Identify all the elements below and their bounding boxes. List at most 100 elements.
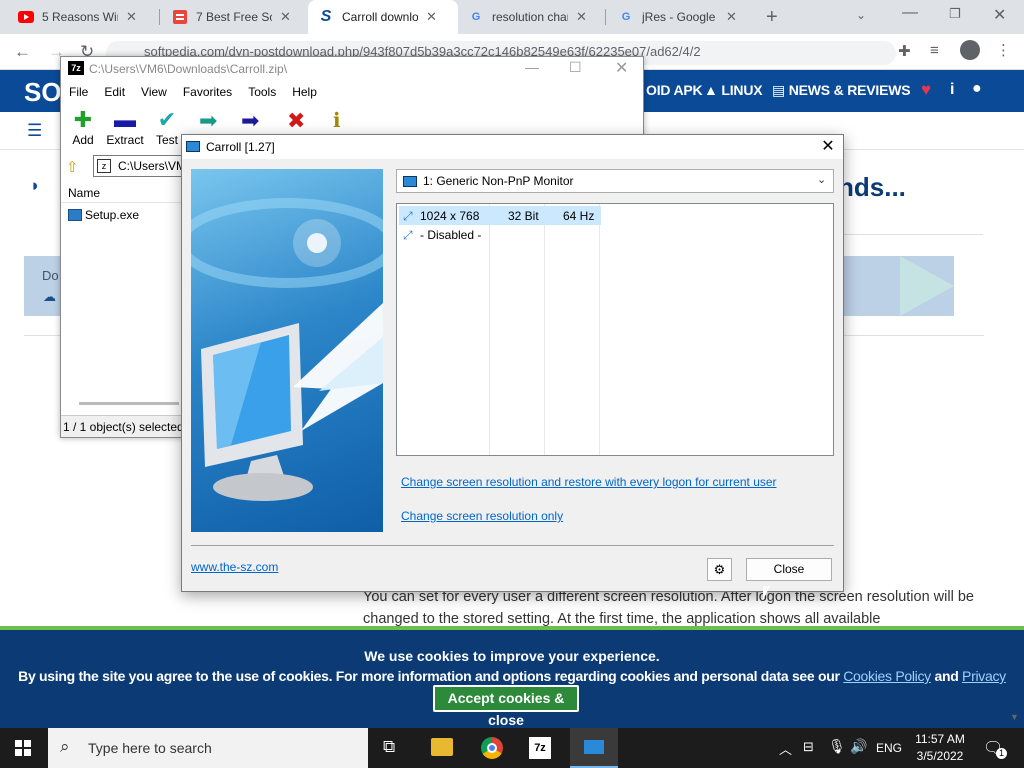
add-label: Add <box>72 133 94 147</box>
monitor-select[interactable]: 1: Generic Non-PnP Monitor ⌄ <box>396 169 834 193</box>
resolution-value: - Disabled - <box>420 228 482 242</box>
google-icon: G <box>621 11 631 23</box>
tab-carroll[interactable]: S Carroll downloa ✕ <box>308 0 458 34</box>
resolution-row[interactable]: ⤢ - Disabled - <box>399 225 601 244</box>
tab-youtube[interactable]: 5 Reasons Wind ✕ <box>8 0 154 34</box>
carroll-taskbar-button[interactable] <box>570 728 618 768</box>
scroll-down-icon[interactable]: ▼ <box>1010 712 1019 722</box>
close-button[interactable]: Close <box>746 558 832 581</box>
tab-title: Carroll downloa <box>342 10 418 24</box>
website-link[interactable]: www.the-sz.com <box>191 560 278 574</box>
7zip-taskbar-icon[interactable]: 7z <box>529 737 551 759</box>
info-icon[interactable]: i <box>950 81 954 99</box>
tab-divider <box>605 9 606 25</box>
more-menu-icon[interactable]: ⋮ <box>996 41 1011 59</box>
new-tab-icon[interactable]: + <box>766 6 778 29</box>
file-explorer-icon[interactable] <box>431 738 453 756</box>
nav-news[interactable]: ▤ NEWS & REVIEWS <box>772 82 911 99</box>
dialog-title-text: Carroll [1.27] <box>206 140 275 154</box>
site-logo[interactable]: SO <box>24 77 62 108</box>
network-icon[interactable]: ⊟ <box>803 739 814 755</box>
monitor-icon <box>403 176 417 187</box>
hamburger-menu-icon[interactable]: ☰ <box>27 121 42 141</box>
test-check-icon: ✔ <box>157 107 177 132</box>
scrollbar[interactable] <box>79 402 179 405</box>
close-icon[interactable]: ✕ <box>426 9 437 25</box>
extract-label: Extract <box>106 133 144 147</box>
tab-search-icon[interactable]: ⌄ <box>856 8 866 22</box>
nav-linux[interactable]: ▲ LINUX <box>704 82 763 98</box>
tab-google-resolution[interactable]: G resolution chan ✕ <box>458 0 604 34</box>
folder-up-icon[interactable]: ⇧ <box>66 158 79 176</box>
settings-button[interactable]: ⚙ <box>707 558 732 581</box>
maximize-icon[interactable]: ☐ <box>569 59 582 76</box>
menu-view[interactable]: View <box>133 83 175 103</box>
resolution-list[interactable]: ⤢ 1024 x 768 32 Bit 64 Hz ⤢ - Disabled - <box>396 203 834 456</box>
minimize-icon[interactable]: — <box>525 59 539 75</box>
tab-article[interactable]: 7 Best Free Scre ✕ <box>162 0 308 34</box>
close-icon[interactable]: ✕ <box>280 9 291 25</box>
taskbar-search[interactable]: ⌕ Type here to search <box>48 728 368 768</box>
heart-icon[interactable]: ♥ <box>921 80 931 100</box>
close-window-icon[interactable]: ✕ <box>993 5 1006 25</box>
restore-icon[interactable]: ❐ <box>949 6 961 22</box>
cookies-policy-link[interactable]: Cookies Policy <box>843 668 931 684</box>
archive-icon: z <box>97 159 111 173</box>
copy-arrow-icon[interactable]: ➡ <box>199 108 217 134</box>
move-arrow-icon[interactable]: ➡ <box>241 108 259 134</box>
user-icon[interactable]: ● <box>972 80 982 98</box>
nav-news-label: NEWS & REVIEWS <box>788 82 911 98</box>
media-icon[interactable]: ≡ <box>930 42 939 59</box>
close-icon[interactable]: ✕ <box>726 9 737 25</box>
change-only-link[interactable]: Change screen resolution only <box>401 509 563 523</box>
tab-google-jres[interactable]: G jRes - Google S ✕ <box>608 0 754 34</box>
volume-icon[interactable]: 🔊 <box>850 738 867 755</box>
task-view-icon[interactable]: ⧉ <box>383 737 395 757</box>
chrome-icon[interactable] <box>481 737 503 759</box>
color-depth-value: 32 Bit <box>508 209 539 223</box>
menu-file[interactable]: File <box>61 83 96 103</box>
carroll-dialog: Carroll [1.27] ✕ 1: Generic Non-PnP Moni… <box>181 134 844 592</box>
search-placeholder: Type here to search <box>88 740 212 756</box>
tab-title: jRes - Google S <box>642 10 718 24</box>
file-name: Setup.exe <box>85 208 140 222</box>
extensions-icon[interactable]: ✚ <box>898 42 911 60</box>
tab-strip: 5 Reasons Wind ✕ 7 Best Free Scre ✕ S Ca… <box>0 0 1024 34</box>
chevron-down-icon: ⌄ <box>817 174 827 186</box>
banner-arrow <box>900 256 954 316</box>
language-indicator[interactable]: ENG <box>876 741 902 755</box>
close-icon[interactable]: ✕ <box>576 9 587 25</box>
delete-x-icon[interactable]: ✖ <box>287 108 305 134</box>
menu-help[interactable]: Help <box>284 83 325 103</box>
clock-date[interactable]: 3/5/2022 <box>914 749 966 763</box>
resize-icon: ⤢ <box>403 228 413 242</box>
column-header-name[interactable]: Name <box>61 183 181 203</box>
profile-avatar[interactable] <box>960 40 980 60</box>
microphone-icon[interactable]: 🎙 <box>828 738 846 755</box>
cookie-and: and <box>930 668 963 684</box>
close-icon[interactable]: ✕ <box>126 9 137 25</box>
accept-cookies-button[interactable]: Accept cookies & close <box>433 685 579 728</box>
menu-favorites[interactable]: Favorites <box>175 83 240 103</box>
linux-icon: ▲ <box>704 82 718 98</box>
softpedia-icon: S <box>320 8 332 25</box>
article-text: You can set for every user a different s… <box>363 589 974 627</box>
nav-android[interactable]: OID APK <box>646 82 703 98</box>
restore-logon-link[interactable]: Change screen resolution and restore wit… <box>401 475 777 489</box>
menu-edit[interactable]: Edit <box>96 83 133 103</box>
close-icon[interactable]: ✕ <box>615 58 628 78</box>
windows-start-icon[interactable] <box>15 740 31 756</box>
resolution-row[interactable]: ⤢ 1024 x 768 32 Bit 64 Hz <box>399 206 601 225</box>
chevron-up-icon[interactable]: ︿ <box>779 739 792 758</box>
menu-tools[interactable]: Tools <box>240 83 284 103</box>
extract-button[interactable]: ▬ Extract <box>103 107 147 147</box>
add-button[interactable]: ✚ Add <box>61 107 105 147</box>
clock-time[interactable]: 11:57 AM <box>914 732 966 746</box>
minimize-icon[interactable]: — <box>902 4 918 22</box>
info-icon[interactable]: ℹ <box>333 108 341 133</box>
back-arrow-icon[interactable]: ◗ <box>30 176 40 196</box>
file-row[interactable]: Setup.exe <box>67 207 177 225</box>
close-icon[interactable]: ✕ <box>813 135 843 159</box>
resize-icon: ⤢ <box>403 209 413 223</box>
back-icon[interactable]: ← <box>14 42 31 62</box>
